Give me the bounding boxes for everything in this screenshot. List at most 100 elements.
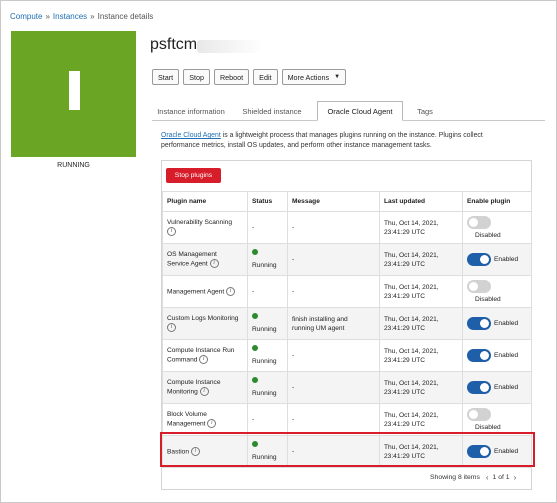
- reboot-button[interactable]: Reboot: [213, 69, 250, 85]
- message-cell: -: [287, 211, 380, 244]
- toggle-state-label: Enabled: [494, 256, 519, 263]
- plugin-name: Custom Logs Monitoring: [167, 315, 239, 323]
- message-cell: -: [287, 371, 380, 404]
- enable-plugin-control: Disabled: [467, 407, 527, 432]
- items-count: Showing 8 items: [430, 474, 480, 481]
- enable-plugin-toggle[interactable]: [467, 407, 491, 421]
- status-cell: Running: [247, 371, 288, 404]
- tab-instance-information[interactable]: Instance information: [152, 101, 230, 121]
- last-updated-time: 23:41:29 UTC: [384, 228, 426, 236]
- breadcrumb-compute[interactable]: Compute: [10, 12, 42, 21]
- table-row: Compute Instance Monitoring i Running - Thu,…: [162, 371, 532, 404]
- last-updated-date: Thu, Oct 14, 2021,: [384, 315, 439, 323]
- enable-plugin-toggle[interactable]: [467, 215, 491, 229]
- enable-plugin-toggle[interactable]: [467, 317, 491, 330]
- info-icon[interactable]: i: [167, 227, 176, 237]
- table-row: OS Management Service Agent i Running - Thu,…: [162, 243, 532, 276]
- breadcrumb-instances[interactable]: Instances: [53, 12, 87, 21]
- running-status-dot: [252, 377, 258, 383]
- tab-shielded-instance[interactable]: Shielded instance: [230, 101, 314, 121]
- breadcrumb-current: Instance details: [97, 12, 154, 21]
- running-status-dot: [252, 313, 258, 319]
- plugin-name-line-2: Monitoring: [167, 388, 198, 396]
- highlighted-row-outline: [160, 432, 535, 467]
- info-icon[interactable]: i: [207, 419, 217, 429]
- enable-plugin-toggle[interactable]: [467, 253, 491, 266]
- action-toolbar: Start Stop Reboot Edit More Actions ▼: [152, 69, 347, 85]
- breadcrumb-separator: »: [90, 12, 95, 21]
- enable-plugin-cell: Enabled: [462, 307, 532, 340]
- column-header-last-updated[interactable]: Last updated: [379, 191, 463, 212]
- table-footer: Showing 8 items ‹ 1 of 1 ›: [430, 473, 516, 482]
- last-updated-cell: Thu, Oct 14, 2021, 23:41:29 UTC: [379, 307, 463, 340]
- status-cell: Running: [247, 307, 288, 340]
- enable-plugin-cell: Disabled: [462, 403, 532, 436]
- plugin-name: Compute Instance: [167, 379, 221, 387]
- plugin-name-line-2: Management: [167, 420, 206, 428]
- oracle-cloud-agent-link[interactable]: Oracle Cloud Agent: [161, 132, 221, 139]
- last-updated-cell: Thu, Oct 14, 2021, 23:41:29 UTC: [379, 403, 463, 436]
- column-header-plugin-name[interactable]: Plugin name: [162, 191, 248, 212]
- last-updated-date: Thu, Oct 14, 2021,: [384, 251, 439, 259]
- enable-plugin-cell: Disabled: [462, 211, 532, 244]
- description-line-1: is a lightweight process that manages pl…: [220, 132, 483, 139]
- plugin-status: Running: [252, 390, 277, 397]
- toggle-knob: [469, 217, 478, 227]
- enable-plugin-cell: Disabled: [462, 275, 532, 308]
- plugin-message: finish installing and: [292, 315, 348, 323]
- enable-plugin-toggle[interactable]: [467, 381, 491, 394]
- plugin-message: -: [292, 352, 295, 359]
- status-cell: -: [247, 275, 288, 308]
- description-line-2: performance metrics, install OS updates,…: [161, 142, 432, 149]
- more-actions-button[interactable]: More Actions ▼: [281, 69, 347, 85]
- plugin-name-line-2: Command: [167, 356, 198, 364]
- info-icon[interactable]: i: [167, 323, 176, 333]
- column-header-enable-plugin[interactable]: Enable plugin: [462, 191, 532, 212]
- plugin-message-line-2: running UM agent: [292, 324, 345, 332]
- tab-oracle-cloud-agent[interactable]: Oracle Cloud Agent: [317, 101, 403, 121]
- info-icon[interactable]: i: [199, 387, 209, 397]
- last-updated-time: 23:41:29 UTC: [384, 324, 426, 332]
- column-header-status[interactable]: Status: [247, 191, 288, 212]
- last-updated-date: Thu, Oct 14, 2021,: [384, 347, 439, 355]
- tab-bar: Instance information Shielded instance O…: [152, 101, 545, 121]
- toggle-knob: [480, 351, 489, 360]
- enable-plugin-cell: Enabled: [462, 243, 532, 276]
- stop-button[interactable]: Stop: [183, 69, 210, 85]
- toggle-knob: [469, 409, 478, 419]
- message-cell: -: [287, 403, 380, 436]
- edit-button[interactable]: Edit: [253, 69, 278, 85]
- plugin-status: -: [252, 288, 255, 295]
- tab-tags[interactable]: Tags: [406, 101, 444, 121]
- status-cell: -: [247, 211, 288, 244]
- plugin-name-line-2: Service Agent: [167, 260, 208, 268]
- page-title: psftcm: [150, 36, 198, 53]
- info-icon[interactable]: i: [226, 286, 236, 296]
- plugin-status: Running: [252, 262, 277, 269]
- last-updated-date: Thu, Oct 14, 2021,: [384, 283, 439, 291]
- table-row: Vulnerability Scanning i - - Thu, Oct 14, 20…: [162, 211, 532, 244]
- toggle-knob: [480, 319, 489, 328]
- plugin-status: Running: [252, 326, 277, 333]
- toggle-state-label: Disabled: [475, 295, 501, 303]
- plugin-name-cell: Vulnerability Scanning i: [162, 211, 248, 244]
- enable-plugin-control: Enabled: [467, 349, 527, 362]
- column-header-message[interactable]: Message: [287, 191, 380, 212]
- enable-plugin-toggle[interactable]: [467, 349, 491, 362]
- enable-plugin-control: Enabled: [467, 381, 527, 394]
- enable-plugin-toggle[interactable]: [467, 279, 491, 293]
- info-icon[interactable]: i: [199, 355, 209, 365]
- toggle-knob: [469, 281, 478, 291]
- stop-plugins-button[interactable]: Stop plugins: [166, 168, 221, 183]
- plugins-table: Plugin name Status Message Last updated …: [162, 191, 532, 468]
- toggle-state-label: Enabled: [494, 320, 519, 327]
- plugin-message: -: [292, 256, 295, 263]
- chevron-left-icon[interactable]: ‹: [486, 473, 489, 482]
- redacted-title-suffix: [197, 40, 263, 53]
- status-cell: Running: [247, 339, 288, 372]
- info-icon[interactable]: i: [209, 259, 219, 269]
- last-updated-time: 23:41:29 UTC: [384, 388, 426, 396]
- start-button[interactable]: Start: [152, 69, 180, 85]
- chevron-right-icon[interactable]: ›: [514, 473, 517, 482]
- plugin-name-cell: Compute Instance Run Command i: [162, 339, 248, 372]
